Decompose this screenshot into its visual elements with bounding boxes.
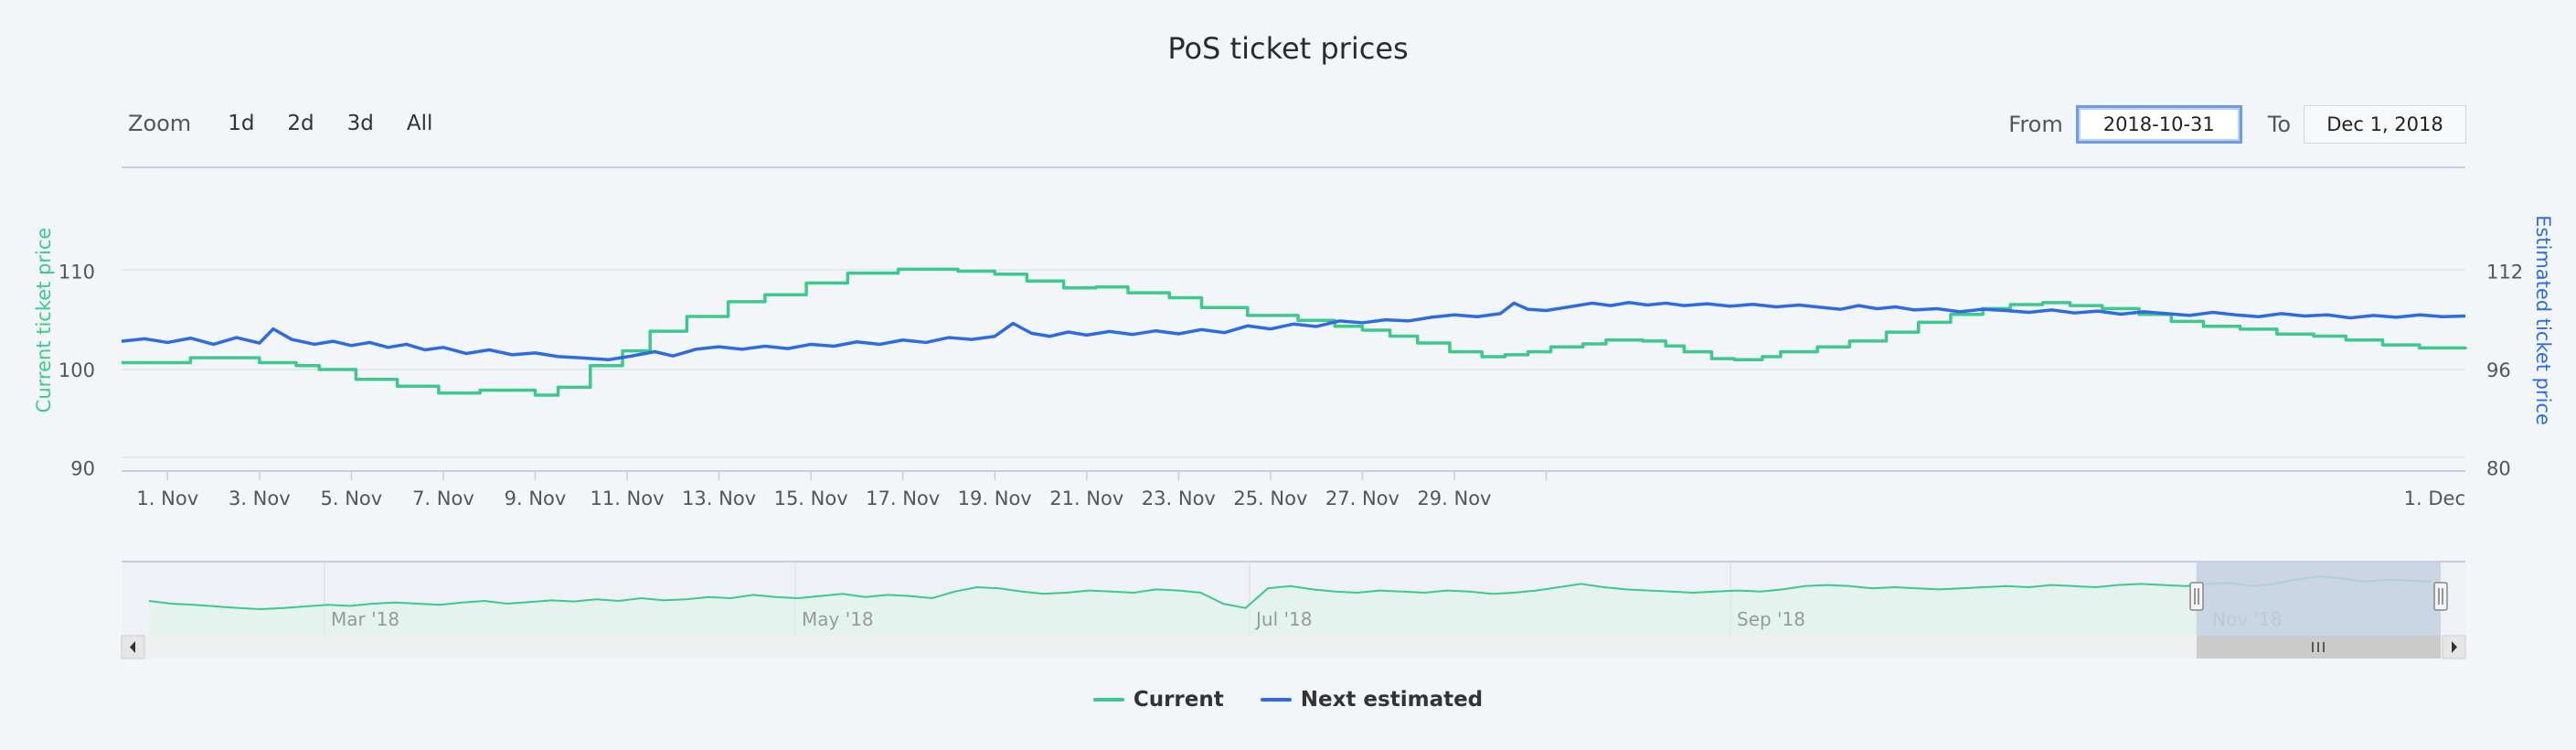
x-tick-label: 7. Nov xyxy=(412,488,474,509)
legend-label-current: Current xyxy=(1133,688,1224,712)
legend: Current Next estimated xyxy=(0,688,2576,712)
y-right-tick-label: 96 xyxy=(2486,359,2511,381)
x-tick-label: 11. Nov xyxy=(590,488,664,509)
y-left-tick-label: 110 xyxy=(59,262,95,284)
x-tick-label: 17. Nov xyxy=(866,488,940,509)
navigator-right-handle[interactable] xyxy=(2433,582,2448,611)
legend-label-next-estimated: Next estimated xyxy=(1300,688,1484,712)
x-tick-label: 13. Nov xyxy=(682,488,756,509)
navigator-label: May '18 xyxy=(802,608,874,630)
x-tick-label: 27. Nov xyxy=(1325,488,1400,509)
navigator-label: Sep '18 xyxy=(1737,608,1805,630)
legend-item-next-estimated[interactable]: Next estimated xyxy=(1260,688,1484,712)
y-right-axis-title: Estimated ticket price xyxy=(2532,215,2554,425)
navigator-label: Mar '18 xyxy=(331,608,399,630)
x-tick-label: 1. Dec xyxy=(2404,488,2465,509)
y-left-axis-title: Current ticket price xyxy=(33,228,55,413)
series-current-line xyxy=(122,267,2467,397)
x-tick-label: 5. Nov xyxy=(321,488,383,509)
chart-area: 90 100 110 80 96 112 Current ticket price Es… xyxy=(33,166,2554,659)
x-tick-label: 1. Nov xyxy=(136,488,198,509)
y-left-tick-label: 90 xyxy=(70,458,95,480)
x-tick-label: 15. Nov xyxy=(774,488,848,509)
legend-swatch-current xyxy=(1092,698,1124,702)
legend-item-current[interactable]: Current xyxy=(1092,688,1224,712)
navigator-left-handle[interactable] xyxy=(2189,582,2204,611)
series-next-estimated-line xyxy=(121,301,2466,361)
x-tick-label: 23. Nov xyxy=(1142,488,1216,509)
y-left-tick-label: 100 xyxy=(59,359,95,381)
series-group xyxy=(121,267,2467,397)
grid-lines xyxy=(122,166,2465,472)
x-axis: 1. Nov 3. Nov 5. Nov 7. Nov 9. Nov 11. Nov 13.… xyxy=(136,471,2465,509)
legend-swatch-next-estimated xyxy=(1260,698,1292,702)
y-right-tick-label: 112 xyxy=(2486,262,2523,284)
x-tick-label: 19. Nov xyxy=(958,488,1032,509)
navigator-selection xyxy=(2197,562,2441,636)
y-right-axis: 80 96 112 xyxy=(2486,262,2523,480)
x-tick-label: 25. Nov xyxy=(1233,488,1307,509)
x-tick-label: 3. Nov xyxy=(229,488,291,509)
x-tick-label: 9. Nov xyxy=(505,488,567,509)
navigator[interactable]: Mar '18May '18Jul '18Sep '18Nov '18 xyxy=(121,561,2466,659)
navigator-label: Jul '18 xyxy=(1254,608,1312,630)
x-tick-label: 29. Nov xyxy=(1417,488,1491,509)
x-tick-label: 21. Nov xyxy=(1049,488,1123,509)
y-right-tick-label: 80 xyxy=(2486,458,2511,480)
scrollbar-track xyxy=(122,636,2465,659)
y-left-axis: 90 100 110 xyxy=(59,262,95,480)
